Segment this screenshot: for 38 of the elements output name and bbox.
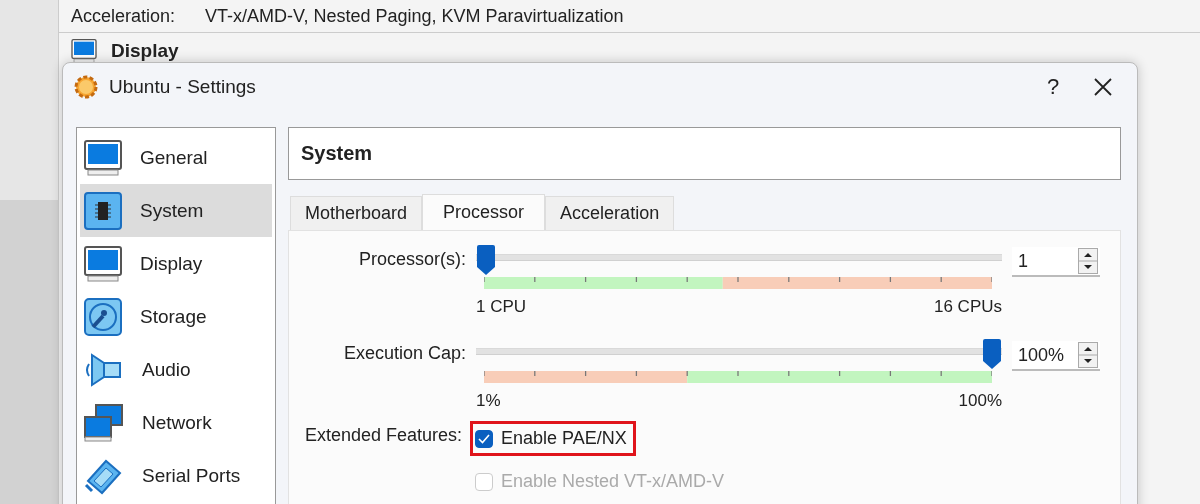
scale-max-label: 16 CPUs: [933, 297, 1002, 317]
monitor-icon: [84, 245, 122, 282]
page-title: System: [288, 127, 1121, 180]
scale-min-label: 1 CPU: [476, 297, 527, 317]
slider-label: Processor(s):: [358, 249, 466, 270]
gear-icon: [73, 74, 99, 100]
tab[interactable]: Processor: [422, 194, 546, 230]
help-button[interactable]: ?: [1033, 69, 1073, 105]
detail-value: VT-x/AMD-V, Nested Paging, KVM Paravirtualization: [205, 5, 624, 27]
monitor-icon: [84, 139, 122, 176]
spin-field[interactable]: 100%: [1012, 341, 1100, 371]
checkbox-option[interactable]: Enable PAE/NX: [470, 421, 636, 456]
features-label: Extended Features:: [303, 424, 462, 446]
slider-label: Execution Cap:: [342, 343, 466, 364]
spin-field[interactable]: 1: [1012, 247, 1100, 277]
slider-thumb[interactable]: [476, 245, 496, 275]
spin-arrows-icon[interactable]: [1078, 248, 1098, 274]
detail-label: Acceleration:: [71, 5, 176, 27]
network-icon: [84, 403, 124, 442]
category-item[interactable]: Storage: [80, 290, 272, 343]
category-item[interactable]: General: [80, 131, 272, 184]
slider-thumb[interactable]: [982, 339, 1002, 369]
spin-arrows-icon[interactable]: [1078, 342, 1098, 368]
category-item[interactable]: Network: [80, 396, 272, 449]
close-icon[interactable]: [1093, 77, 1113, 97]
category-item[interactable]: System: [80, 184, 272, 237]
scale-max-label: 100%: [958, 391, 1002, 411]
scale-min-label: 1%: [476, 391, 501, 411]
category-item[interactable]: Audio: [80, 343, 272, 396]
section-title: Display: [111, 40, 179, 62]
speaker-icon: [84, 350, 124, 389]
chip-icon: [84, 191, 122, 230]
category-item[interactable]: Display: [80, 237, 272, 290]
category-item[interactable]: Serial Ports: [80, 449, 272, 502]
window-title: Ubuntu - Settings: [109, 76, 257, 98]
tab[interactable]: Motherboard: [290, 196, 423, 230]
tab[interactable]: Acceleration: [545, 196, 675, 230]
checkbox[interactable]: [475, 429, 493, 448]
